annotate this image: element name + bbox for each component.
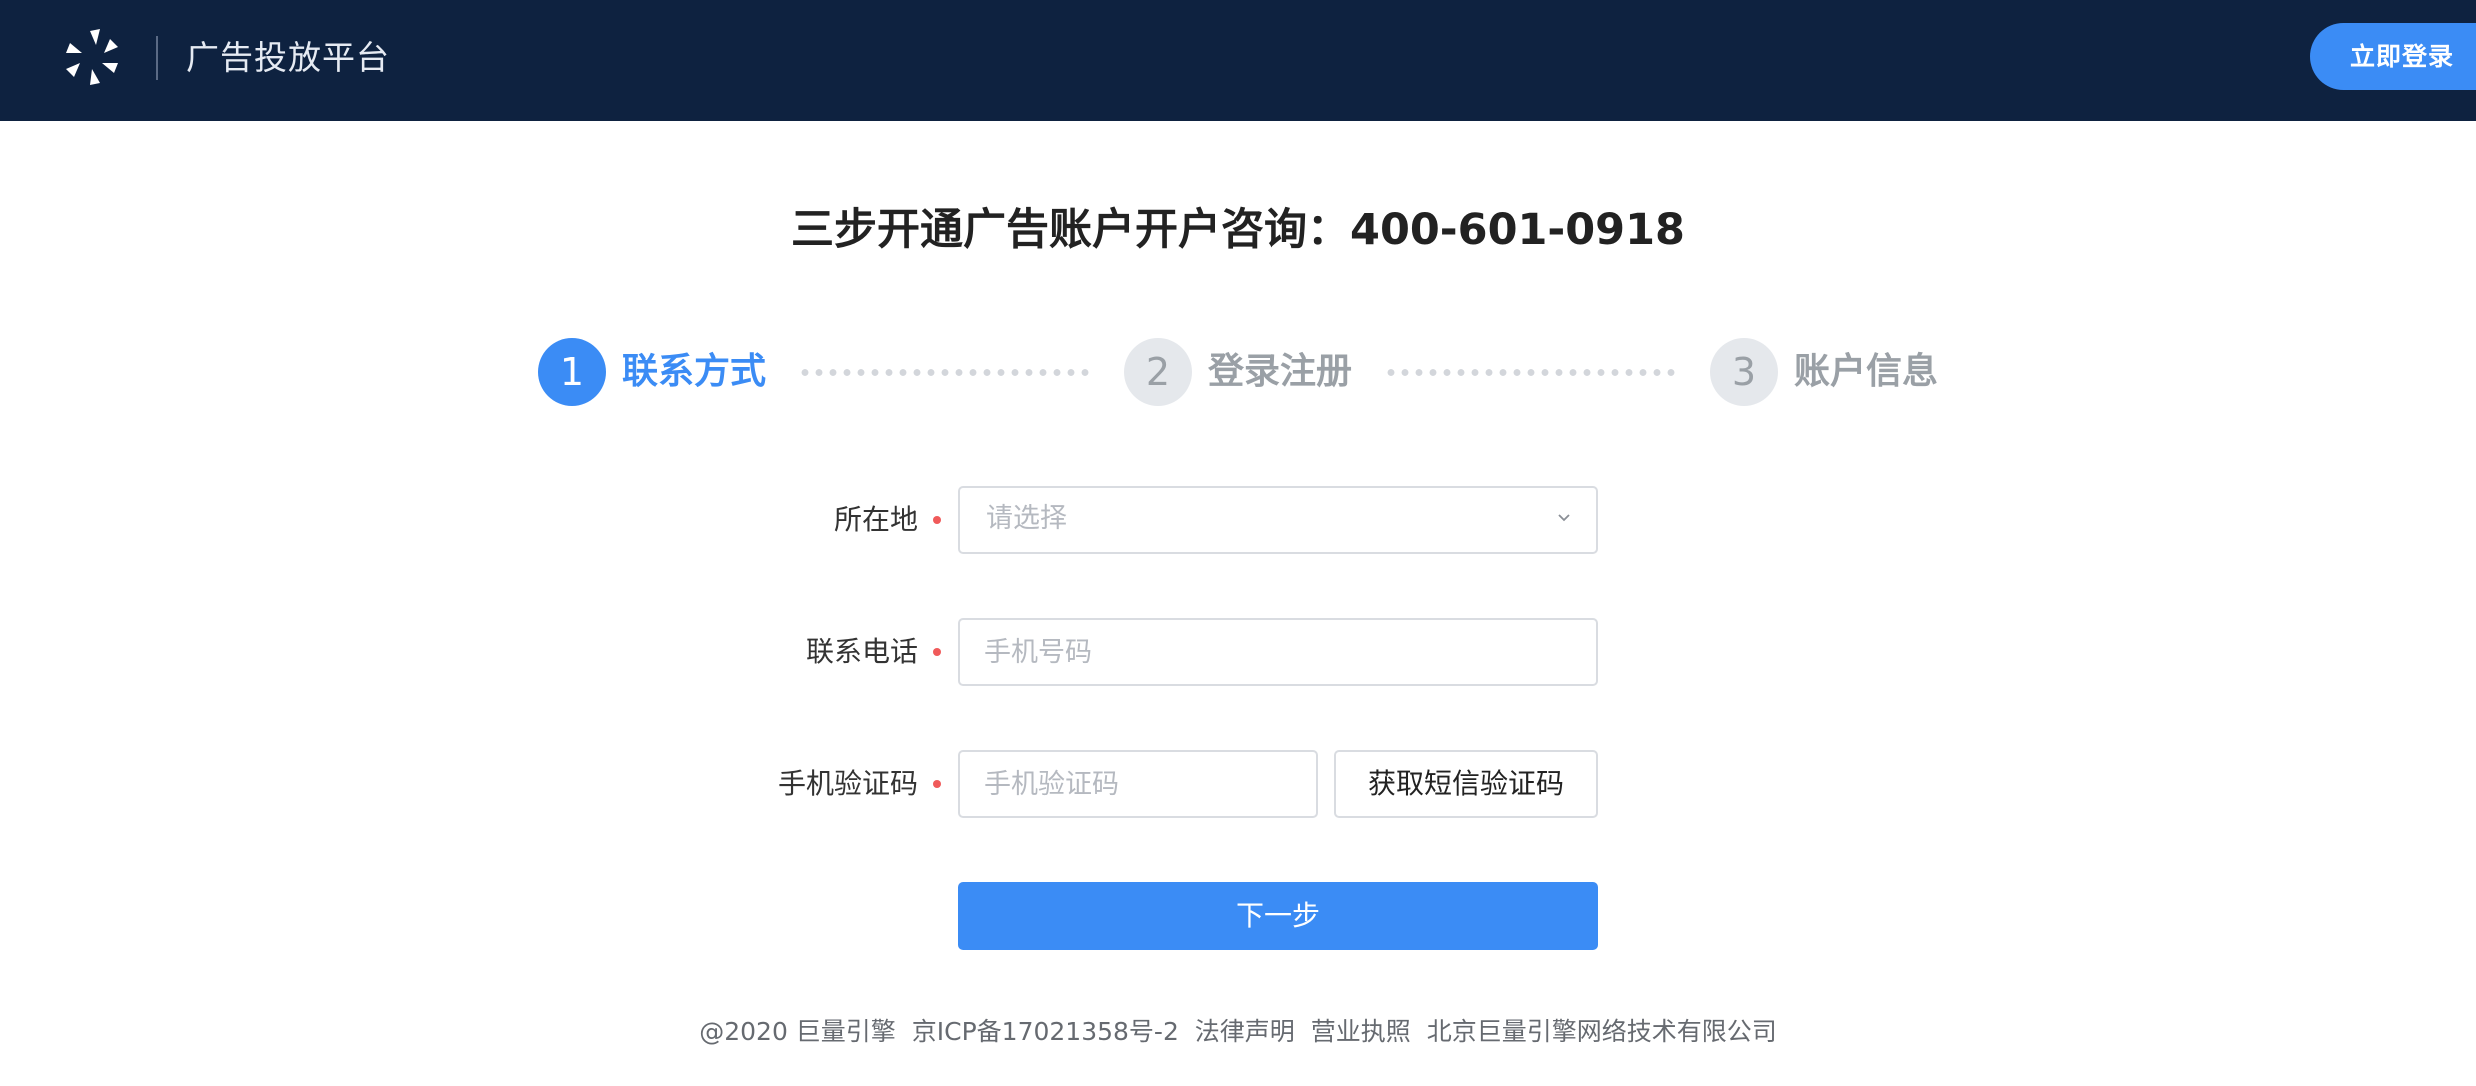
brand-name: 广告投放平台 [186, 38, 390, 77]
step-number-badge: 2 [1124, 338, 1192, 406]
sms-code-label: 手机验证码 [777, 767, 918, 800]
footer: @2020 巨量引擎 京ICP备17021358号-2 法律声明 营业执照 北京… [0, 1012, 2476, 1052]
step-connector [1384, 369, 1680, 376]
next-step-button[interactable]: 下一步 [958, 882, 1598, 950]
footer-icp-link[interactable]: 京ICP备17021358号-2 [912, 1017, 1179, 1046]
footer-legal-link[interactable]: 法律声明 [1195, 1017, 1295, 1046]
step-number-badge: 3 [1710, 338, 1778, 406]
step-connector [798, 369, 1094, 376]
page-title: 三步开通广告账户开户咨询：400-601-0918 [791, 205, 1685, 255]
pinwheel-logo-icon[interactable] [60, 25, 124, 89]
footer-company: 北京巨量引擎网络技术有限公司 [1426, 1017, 1777, 1046]
required-indicator [933, 648, 941, 656]
phone-field-wrapper [958, 618, 1598, 686]
required-indicator [933, 780, 941, 788]
login-button[interactable]: 立即登录 [2310, 23, 2476, 90]
step-label: 账户信息 [1794, 351, 1939, 392]
footer-license-link[interactable]: 营业执照 [1311, 1017, 1411, 1046]
phone-label: 联系电话 [805, 635, 918, 668]
sms-code-input[interactable] [960, 752, 1316, 816]
location-select-placeholder: 请选择 [986, 503, 1067, 534]
header-divider [156, 36, 158, 80]
step-label: 联系方式 [622, 351, 767, 392]
sms-code-field-wrapper [958, 750, 1318, 818]
required-indicator [933, 516, 941, 524]
phone-input[interactable] [960, 620, 1596, 684]
footer-copyright: @2020 巨量引擎 [699, 1017, 896, 1046]
location-label: 所在地 [833, 503, 918, 536]
get-sms-code-button[interactable]: 获取短信验证码 [1334, 750, 1598, 818]
chevron-down-icon [1554, 508, 1574, 528]
location-select[interactable]: 请选择 [958, 486, 1598, 554]
step-number-badge: 1 [538, 338, 606, 406]
top-header: 广告投放平台 立即登录 [0, 0, 2476, 121]
step-label: 登录注册 [1208, 351, 1353, 392]
